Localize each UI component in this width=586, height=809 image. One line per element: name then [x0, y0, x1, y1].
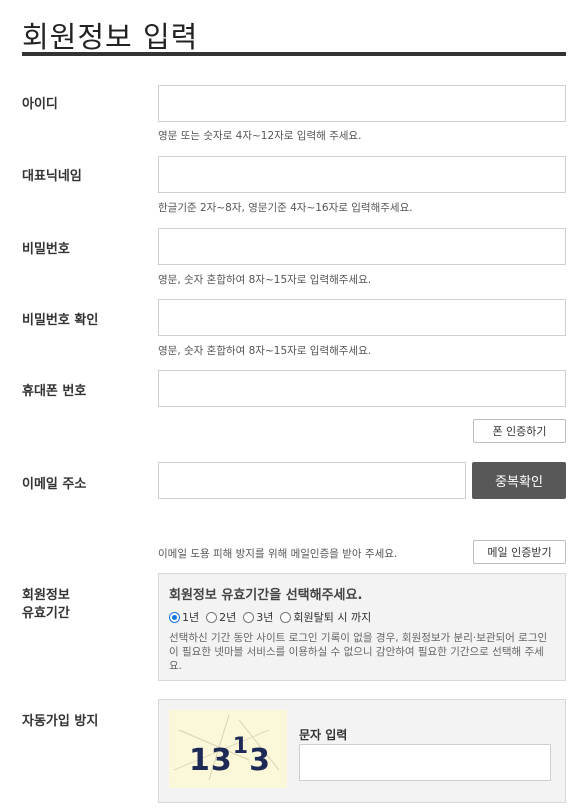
email-help-text: 이메일 도용 피해 방지를 위해 메일인증을 받아 주세요.: [158, 548, 398, 560]
password-input[interactable]: [159, 229, 565, 264]
password-confirm-input[interactable]: [159, 300, 565, 335]
captcha-image: 1313: [169, 710, 287, 788]
password-confirm-field[interactable]: [158, 299, 566, 336]
email-duplicate-check-button[interactable]: 중복확인: [472, 462, 566, 499]
phone-verify-button[interactable]: 폰 인증하기: [473, 419, 566, 443]
email-input[interactable]: [159, 463, 465, 498]
id-help-text: 영문 또는 숫자로 4자~12자로 입력해 주세요.: [158, 130, 362, 142]
validity-option-until-withdrawal[interactable]: 회원탈퇴 시 까지: [280, 609, 371, 625]
radio-selected-icon[interactable]: [169, 611, 180, 623]
validity-option-label: 회원탈퇴 시 까지: [293, 611, 372, 624]
validity-option-label: 3년: [256, 611, 274, 624]
validity-option-2y[interactable]: 2년: [206, 609, 236, 625]
captcha-panel: 1313 문자 입력: [158, 699, 566, 803]
email-label: 이메일 주소: [22, 477, 87, 492]
password-label: 비밀번호: [22, 242, 70, 257]
captcha-text: 1313: [189, 734, 271, 778]
validity-panel: 회원정보 유효기간을 선택해주세요. 1년 2년 3년 회원탈퇴 시 까지 선택…: [158, 573, 566, 681]
phone-label: 휴대폰 번호: [22, 384, 87, 399]
id-label: 아이디: [22, 97, 58, 112]
phone-input[interactable]: [159, 371, 565, 406]
radio-icon[interactable]: [280, 611, 292, 623]
page-title: 회원정보 입력: [22, 20, 199, 54]
captcha-text-main: 13: [189, 743, 233, 778]
validity-label-line2: 유효기간: [22, 606, 70, 621]
captcha-input-field[interactable]: [299, 744, 551, 781]
nickname-label: 대표닉네임: [22, 169, 82, 184]
validity-label: 회원정보 유효기간: [22, 587, 70, 623]
password-confirm-label: 비밀번호 확인: [22, 313, 99, 328]
email-verify-button[interactable]: 메일 인증받기: [473, 540, 566, 564]
captcha-label: 자동가입 방지: [22, 714, 99, 729]
validity-radio-group: 1년 2년 3년 회원탈퇴 시 까지: [169, 609, 555, 625]
nickname-help-text: 한글기준 2자~8자, 영문기준 4자~16자로 입력해주세요.: [158, 202, 413, 214]
radio-icon[interactable]: [243, 611, 255, 623]
password-confirm-help-text: 영문, 숫자 혼합하여 8자~15자로 입력해주세요.: [158, 345, 372, 357]
validity-description: 선택하신 기간 동안 사이트 로그인 기록이 없을 경우, 회원정보가 분리·보…: [169, 632, 548, 672]
password-help-text: 영문, 숫자 혼합하여 8자~15자로 입력해주세요.: [158, 274, 372, 286]
title-divider: [22, 52, 566, 56]
validity-title: 회원정보 유효기간을 선택해주세요.: [169, 588, 363, 603]
radio-icon[interactable]: [206, 611, 218, 623]
nickname-field[interactable]: [158, 156, 566, 193]
validity-option-label: 1년: [182, 611, 200, 624]
id-input[interactable]: [159, 86, 565, 121]
email-field[interactable]: [158, 462, 466, 499]
phone-field[interactable]: [158, 370, 566, 407]
captcha-input-label: 문자 입력: [299, 728, 348, 742]
validity-label-line1: 회원정보: [22, 588, 70, 603]
captcha-text-sup: 1: [232, 734, 250, 759]
captcha-input[interactable]: [300, 745, 550, 780]
nickname-input[interactable]: [159, 157, 565, 192]
captcha-text-end: 3: [249, 743, 271, 778]
validity-option-3y[interactable]: 3년: [243, 609, 273, 625]
id-field[interactable]: [158, 85, 566, 122]
password-field[interactable]: [158, 228, 566, 265]
validity-option-1y[interactable]: 1년: [169, 609, 199, 625]
validity-option-label: 2년: [219, 611, 237, 624]
